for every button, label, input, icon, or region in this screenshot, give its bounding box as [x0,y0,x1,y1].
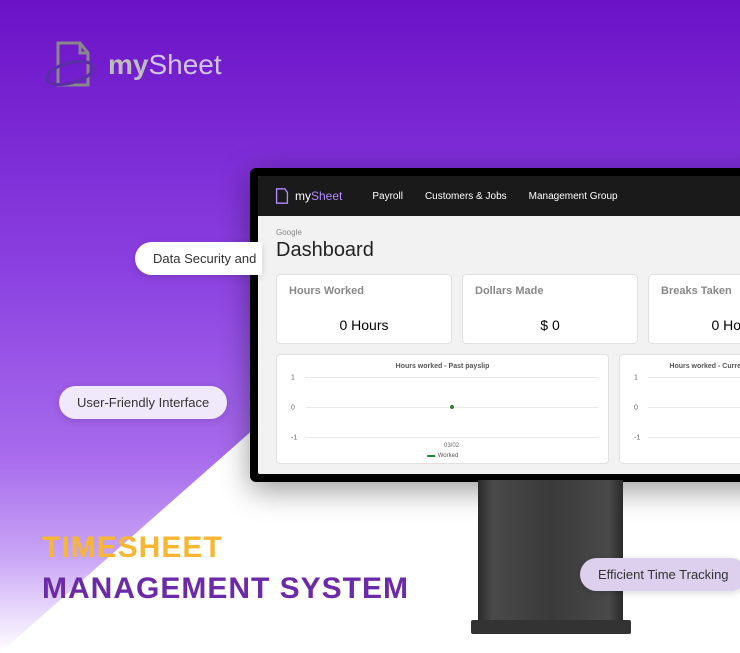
nav-management-group[interactable]: Management Group [529,191,618,202]
legend-label: Worked [438,453,459,459]
app-topbar: mySheet Payroll Customers & Jobs Managem… [258,176,740,216]
chart-plot: 1 0 -1 [648,377,740,437]
app-logo[interactable]: mySheet [273,187,342,205]
logo-icon [40,35,100,95]
data-point [450,405,454,409]
ytick: -1 [291,435,297,442]
stand-base [471,620,631,634]
card-breaks-taken: Breaks Taken 0 Hours [648,274,740,344]
chart-title: Hours worked - Past payslip [287,363,598,370]
stand-neck [478,480,623,620]
page-title: Dashboard [276,239,740,262]
logo-sheet: Sheet [148,49,221,80]
pill-data-security: Data Security and [135,242,262,275]
ytick: 1 [291,375,295,382]
ytick: 0 [634,405,638,412]
card-label: Hours Worked [289,285,439,297]
nav-customers-jobs[interactable]: Customers & Jobs [425,191,507,202]
pill-efficient-tracking: Efficient Time Tracking [580,558,740,591]
card-dollars-made: Dollars Made $ 0 [462,274,638,344]
ytick: 0 [291,405,295,412]
chart-legend: Worked [427,453,459,459]
nav-payroll[interactable]: Payroll [372,191,403,202]
card-value: 0 Hours [661,317,740,333]
ytick: -1 [634,435,640,442]
app-logo-icon [273,187,291,205]
app-logo-my: my [295,189,311,203]
card-value: $ 0 [475,317,625,333]
screen-inner: mySheet Payroll Customers & Jobs Managem… [258,176,740,474]
legend-swatch [427,455,435,457]
pill-user-friendly: User-Friendly Interface [59,386,227,419]
xtick: 03/02 [444,443,459,449]
chart-current-payslip: Hours worked - Current payslip 1 0 -1 Wo… [619,354,740,464]
dashboard-body: Google Dashboard Hours Worked 0 Hours Do… [258,216,740,474]
ytick: 1 [634,375,638,382]
stat-cards: Hours Worked 0 Hours Dollars Made $ 0 Br… [276,274,740,344]
chart-title: Hours worked - Current payslip [630,363,740,370]
app-logo-sheet: Sheet [311,189,342,203]
card-label: Dollars Made [475,285,625,297]
breadcrumb: Google [276,228,740,237]
card-value: 0 Hours [289,317,439,333]
charts-row: Hours worked - Past payslip 1 0 -1 03/02… [276,354,740,464]
logo-my: my [108,49,148,80]
logo: mySheet [40,35,222,95]
chart-plot: 1 0 -1 03/02 [305,377,598,437]
card-label: Breaks Taken [661,285,740,297]
chart-past-payslip: Hours worked - Past payslip 1 0 -1 03/02… [276,354,609,464]
logo-text: mySheet [108,49,222,81]
app-logo-text: mySheet [295,189,342,203]
monitor-screen: mySheet Payroll Customers & Jobs Managem… [250,168,740,482]
card-hours-worked: Hours Worked 0 Hours [276,274,452,344]
